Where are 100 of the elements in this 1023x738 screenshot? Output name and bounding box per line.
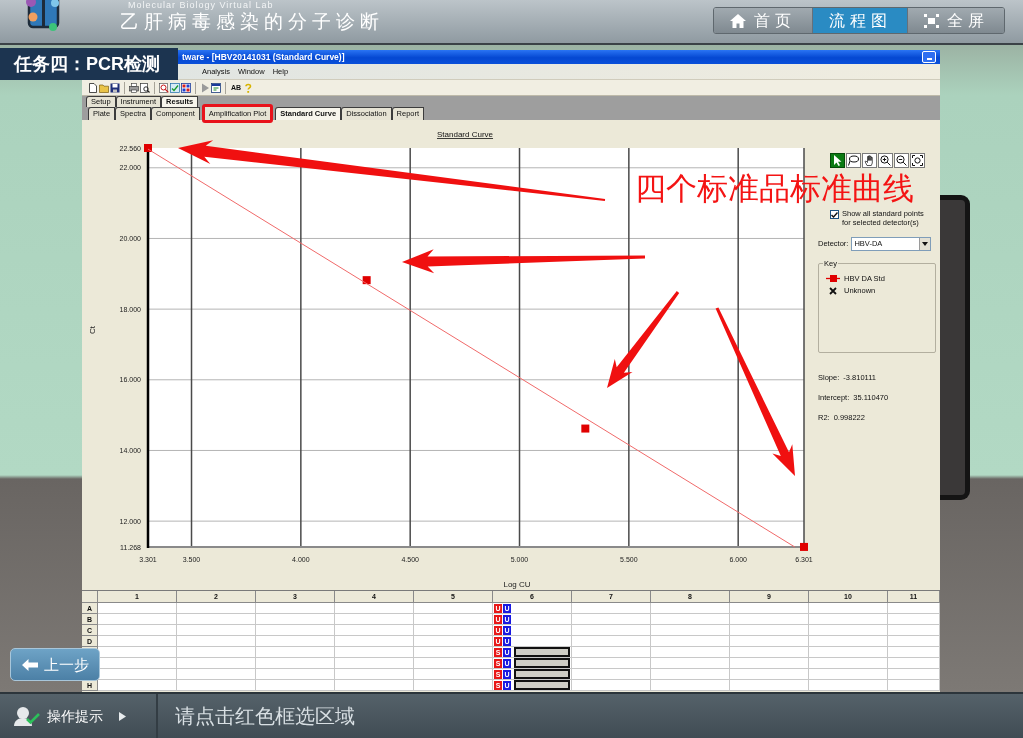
plate-cell[interactable] (177, 603, 256, 614)
plate-cell[interactable] (651, 680, 730, 691)
plate-cell[interactable] (888, 647, 940, 658)
zoom-fit-button[interactable] (910, 153, 925, 168)
print-preview-icon[interactable] (140, 82, 150, 93)
new-document-icon[interactable] (88, 82, 98, 93)
data-point[interactable] (362, 276, 371, 285)
plate-cell[interactable] (809, 636, 888, 647)
plate-cell[interactable] (256, 614, 335, 625)
plate-cell[interactable] (256, 669, 335, 680)
zoom-out-button[interactable] (894, 153, 909, 168)
plate-cell[interactable] (730, 680, 809, 691)
plate-cell[interactable] (98, 614, 177, 625)
plate-cell[interactable] (414, 658, 493, 669)
plate-cell[interactable] (730, 658, 809, 669)
plate-cell[interactable] (335, 614, 414, 625)
save-icon[interactable] (110, 82, 120, 93)
plate-cell[interactable] (651, 658, 730, 669)
plate-cell[interactable] (177, 614, 256, 625)
plate-cell[interactable] (730, 614, 809, 625)
plate-cell[interactable] (809, 647, 888, 658)
plate-cell[interactable] (730, 647, 809, 658)
help-icon[interactable] (243, 82, 254, 93)
plate-cell[interactable] (98, 636, 177, 647)
plate-cell[interactable] (414, 603, 493, 614)
plate-cell[interactable] (177, 680, 256, 691)
plate-cell[interactable] (98, 680, 177, 691)
plate-cell[interactable] (651, 647, 730, 658)
plate-cell[interactable] (572, 636, 651, 647)
plate-cell[interactable] (572, 669, 651, 680)
data-point[interactable] (581, 424, 590, 433)
plate-cell[interactable] (888, 625, 940, 636)
printer-icon[interactable] (129, 82, 139, 93)
plate-cell[interactable] (888, 614, 940, 625)
magnifier-icon[interactable] (159, 82, 169, 93)
plate-cell[interactable] (809, 614, 888, 625)
plate-cell[interactable] (177, 669, 256, 680)
plate-cell[interactable] (414, 680, 493, 691)
plate-cell[interactable] (888, 680, 940, 691)
plate-cell[interactable] (572, 658, 651, 669)
grid-icon[interactable] (181, 82, 191, 93)
plate-cell[interactable] (651, 603, 730, 614)
plate-cell[interactable] (730, 636, 809, 647)
pointer-tool-button[interactable] (830, 153, 845, 168)
plate-cell[interactable] (809, 658, 888, 669)
plate-cell[interactable] (256, 680, 335, 691)
plate-cell[interactable] (335, 636, 414, 647)
plate-cell[interactable] (177, 636, 256, 647)
checkbox[interactable] (830, 210, 839, 219)
plate-cell[interactable] (730, 625, 809, 636)
hand-tool-button[interactable] (862, 153, 877, 168)
plate-cell[interactable] (256, 625, 335, 636)
plate-cell[interactable] (256, 636, 335, 647)
plate-cell[interactable] (651, 614, 730, 625)
minimize-button[interactable] (922, 51, 936, 63)
corner-cell[interactable] (82, 591, 98, 603)
plate-cell[interactable] (335, 603, 414, 614)
plate-cell[interactable] (651, 625, 730, 636)
plate-cell[interactable] (256, 603, 335, 614)
plate-cell[interactable] (177, 647, 256, 658)
plate-cell[interactable] (414, 647, 493, 658)
plate-cell[interactable] (335, 647, 414, 658)
plate-cell[interactable] (256, 647, 335, 658)
zoom-in-button[interactable] (878, 153, 893, 168)
plate-cell[interactable] (177, 658, 256, 669)
plate-cell[interactable] (572, 603, 651, 614)
plate-cell[interactable] (809, 669, 888, 680)
plate-cell[interactable] (888, 658, 940, 669)
plate-cell[interactable] (809, 680, 888, 691)
caret-right-icon[interactable] (119, 711, 126, 721)
lasso-tool-button[interactable] (846, 153, 861, 168)
plate-cell[interactable] (651, 669, 730, 680)
plate-cell[interactable] (572, 680, 651, 691)
window-icon[interactable] (211, 82, 221, 93)
plate-cell[interactable] (335, 669, 414, 680)
plate-cell[interactable] (730, 603, 809, 614)
plate-cell[interactable] (335, 625, 414, 636)
plate-cell[interactable] (177, 625, 256, 636)
plate-cell[interactable] (888, 603, 940, 614)
plate-cell[interactable] (572, 614, 651, 625)
plate-cell[interactable] (809, 603, 888, 614)
plate-cell[interactable] (414, 636, 493, 647)
plate-cell[interactable] (335, 680, 414, 691)
plate-cell[interactable] (414, 625, 493, 636)
plate-cell[interactable] (256, 658, 335, 669)
table-check-icon[interactable] (170, 82, 180, 93)
plate-cell[interactable] (335, 658, 414, 669)
plate-cell[interactable] (98, 603, 177, 614)
plate-cell[interactable] (888, 669, 940, 680)
plate-cell[interactable] (414, 669, 493, 680)
nav-button[interactable]: 流程图 (812, 8, 907, 33)
data-point[interactable] (800, 542, 808, 551)
plate-cell[interactable] (888, 636, 940, 647)
plate-cell[interactable] (809, 625, 888, 636)
plate-cell[interactable] (572, 625, 651, 636)
plate-cell[interactable] (98, 625, 177, 636)
plate-cell[interactable] (414, 614, 493, 625)
plate-cell[interactable] (730, 669, 809, 680)
plate-cell[interactable] (572, 647, 651, 658)
plate-cell[interactable] (651, 636, 730, 647)
